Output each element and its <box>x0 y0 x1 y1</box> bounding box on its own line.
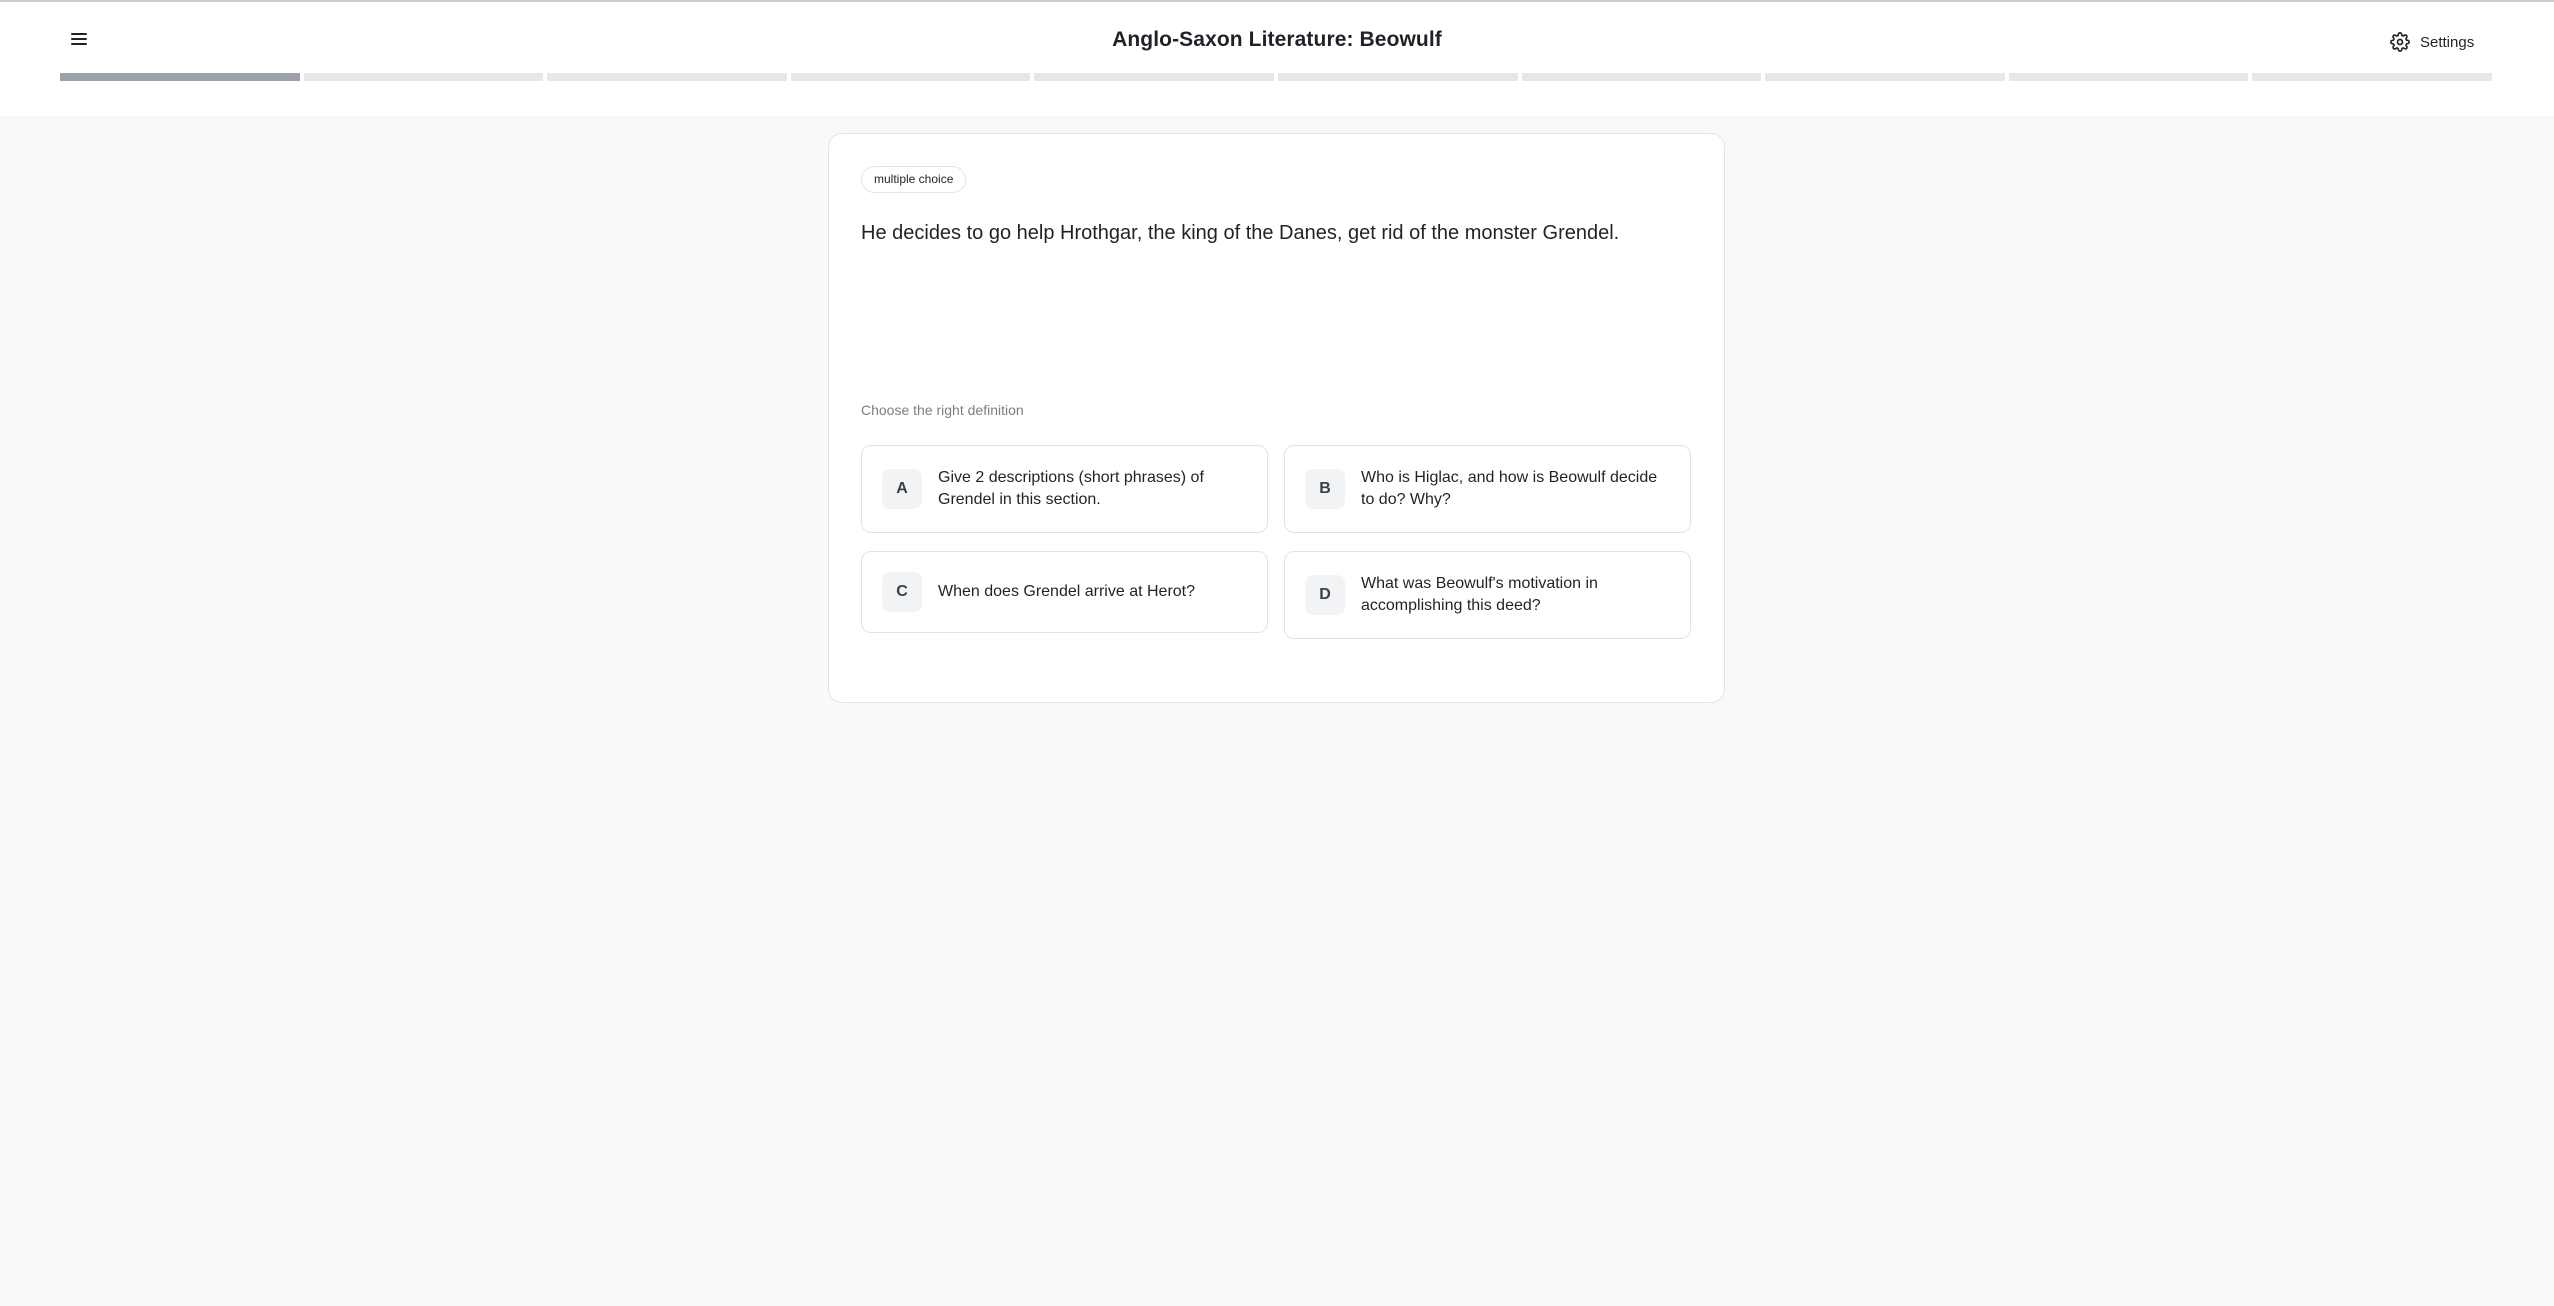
page-title: Anglo-Saxon Literature: Beowulf <box>1112 28 1442 51</box>
gear-icon <box>2390 32 2410 52</box>
option-text: Who is Higlac, and how is Beowulf decide… <box>1361 469 1658 508</box>
progress-segment <box>1521 73 1762 81</box>
option-text: Give 2 descriptions (short phrases) of G… <box>938 469 1204 508</box>
answer-option-b[interactable]: B Who is Higlac, and how is Beowulf deci… <box>1284 445 1691 533</box>
progress-segment <box>1034 73 1274 81</box>
option-letter: D <box>1305 575 1345 615</box>
settings-label: Settings <box>2420 33 2475 51</box>
answer-option-a[interactable]: A Give 2 descriptions (short phrases) of… <box>861 445 1268 533</box>
progress-bar <box>60 73 2492 81</box>
answer-option-d[interactable]: D What was Beowulf's motivation in accom… <box>1284 551 1691 639</box>
option-letter: A <box>882 469 922 509</box>
progress-segment <box>2008 73 2249 81</box>
progress-segment <box>303 73 544 81</box>
question-card: multiple choice He decides to go help Hr… <box>828 133 1725 703</box>
progress-segment <box>1277 73 1518 81</box>
question-type-badge: multiple choice <box>861 166 967 193</box>
progress-segment <box>2252 73 2492 81</box>
progress-segment <box>547 73 787 81</box>
option-letter: B <box>1305 469 1345 509</box>
instruction-text: Choose the right definition <box>861 402 1024 418</box>
option-text: When does Grendel arrive at Herot? <box>938 583 1196 600</box>
option-letter: C <box>882 572 922 612</box>
answer-option-c[interactable]: C When does Grendel arrive at Herot? <box>861 551 1268 633</box>
top-bar: Anglo-Saxon Literature: Beowulf Settings <box>0 0 2554 116</box>
progress-segment <box>60 73 300 81</box>
option-text: What was Beowulf's motivation in accompl… <box>1361 575 1598 614</box>
progress-segment <box>790 73 1031 81</box>
progress-segment <box>1765 73 2005 81</box>
question-text: He decides to go help Hrothgar, the king… <box>861 222 1620 244</box>
settings-button[interactable]: Settings <box>2390 28 2474 56</box>
